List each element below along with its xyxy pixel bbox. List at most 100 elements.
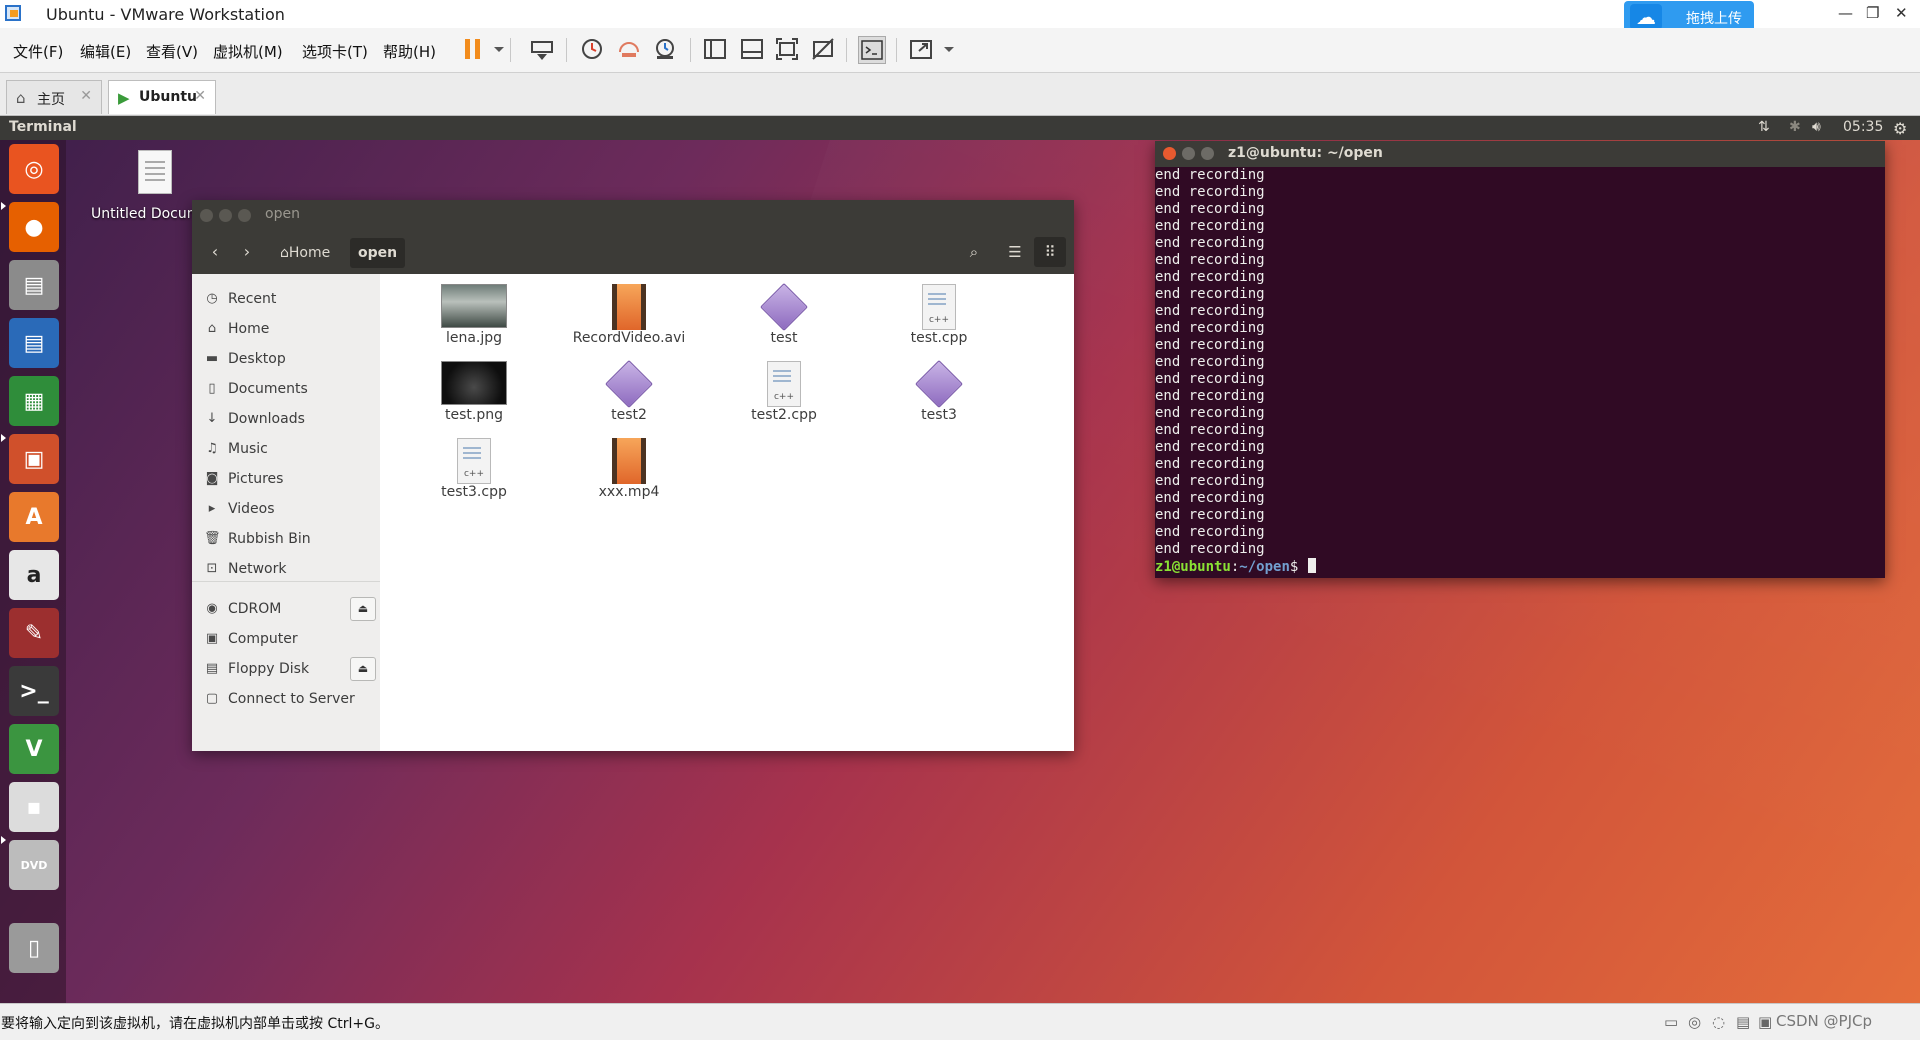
fullscreen-icon[interactable] [774,36,800,62]
ubuntu-desktop: ◎ ● ▤ ▤ ▦ ▣ Aa ✎ >_ V ▪ DVD ▯ Untitled Docum open ‹ … [0,140,1920,1003]
terminal-prompt[interactable]: z1@ubuntu:~/open$ [1155,558,1317,575]
launcher-system-settings-icon[interactable]: ✎ [9,608,59,658]
sidebar-item-label: Computer [228,631,298,647]
launcher-dvd-icon[interactable]: DVD [9,840,59,890]
file-item[interactable]: test.cpp [864,280,1014,354]
file-item[interactable]: RecordVideo.avi [554,280,704,354]
pause-dropdown-icon[interactable] [486,36,504,62]
forward-icon[interactable]: › [232,237,262,267]
search-icon[interactable]: ⌕ [958,237,990,267]
launcher-files-icon[interactable]: ▤ [9,260,59,310]
menu-view[interactable]: 查看(V) [146,41,198,62]
clock-icon: ◷ [206,291,218,306]
file-item[interactable]: test [709,280,859,354]
floppy-icon[interactable]: ▤ [1736,1013,1750,1031]
file-item[interactable]: test3.cpp [399,434,549,508]
sidebar-item-connect-server[interactable]: ▢ Connect to Server [192,686,380,714]
terminal-line: end recording [1155,320,1265,336]
snapshot-icon[interactable] [579,36,605,62]
file-item[interactable]: xxx.mp4 [554,434,704,508]
menu-tabs[interactable]: 选项卡(T) [302,41,368,62]
minimize-button[interactable]: — [1838,4,1853,22]
thumbnail-bar-icon[interactable] [739,36,765,62]
volume-icon[interactable]: 🔊︎ [1812,119,1821,135]
settings-gear-icon[interactable]: ⚙ [1893,119,1907,138]
breadcrumb-home[interactable]: ⌂Home [272,238,338,268]
list-view-icon[interactable]: ☰ [999,237,1031,267]
network-transfer-icon[interactable]: ⇅ [1758,119,1770,135]
revert-snapshot-icon[interactable] [616,36,642,62]
computer-icon: ▣ [205,631,219,646]
sidebar-item-computer[interactable]: ▣ Computer [192,626,380,654]
tab-close-icon[interactable]: ✕ [80,88,92,104]
sidebar-item-network[interactable]: ⊡ Network [192,556,380,584]
sidebar-item-pictures[interactable]: ◙ Pictures [192,466,380,494]
launcher-libreoffice-impress-icon[interactable]: ▣ [9,434,59,484]
launcher-trash-icon[interactable]: ▯ [9,923,59,973]
maximize-button[interactable]: ❐ [1866,4,1879,22]
pause-icon[interactable] [460,36,486,62]
menu-file[interactable]: 文件(F) [13,41,63,62]
launcher-software-center-icon[interactable]: A [9,492,59,542]
sidebar-item-documents[interactable]: ▯ Documents [192,376,380,404]
hard-disk-icon[interactable]: ▭ [1664,1013,1678,1031]
sidebar-item-home[interactable]: ⌂ Home [192,316,380,344]
launcher-terminal-icon[interactable]: >_ [9,666,59,716]
minimize-button[interactable] [1182,147,1195,160]
unity-mode-icon[interactable] [810,36,836,62]
file-item[interactable]: lena.jpg [399,280,549,354]
minimize-button[interactable] [219,209,232,222]
maximize-button[interactable] [238,209,251,222]
close-button[interactable]: ✕ [1895,4,1908,22]
network-adapter-icon[interactable]: ▣ [1758,1013,1772,1031]
image-thumbnail-icon [441,361,507,405]
console-view-icon[interactable] [858,36,886,64]
sidebar-item-desktop[interactable]: ▬ Desktop [192,346,380,374]
sidebar-item-rubbish-bin[interactable]: 🗑︎ Rubbish Bin [192,526,380,554]
file-item[interactable]: test2.cpp [709,357,859,431]
file-item[interactable]: test.png [399,357,549,431]
launcher-ubuntu-dash-icon[interactable]: ◎ [9,144,59,194]
maximize-button[interactable] [1201,147,1214,160]
bluetooth-icon[interactable]: ✱ [1789,119,1801,135]
cd-icon[interactable]: ◎ [1688,1013,1701,1031]
snapshot-manager-icon[interactable] [652,36,678,62]
file-name: lena.jpg [445,330,503,346]
menu-help[interactable]: 帮助(H) [383,41,436,62]
file-item[interactable]: test2 [554,357,704,431]
eject-icon[interactable]: ⏏ [350,597,376,621]
sound-card-icon[interactable]: ◌ [1712,1013,1725,1031]
launcher-firefox-icon[interactable]: ● [9,202,59,252]
tab-close-icon[interactable]: ✕ [194,88,206,104]
stretch-icon[interactable] [908,36,934,62]
launcher-floppy-icon[interactable]: ▪ [9,782,59,832]
close-button[interactable] [1163,147,1176,160]
launcher-libreoffice-writer-icon[interactable]: ▤ [9,318,59,368]
send-keys-icon[interactable] [529,36,555,62]
tab-home[interactable]: ⌂ 主页 ✕ [6,80,102,114]
sidebar-item-downloads[interactable]: ↓ Downloads [192,406,380,434]
grid-view-icon[interactable]: ⠿ [1034,237,1066,267]
back-icon[interactable]: ‹ [200,237,230,267]
sidebar-item-recent[interactable]: ◷ Recent [192,286,380,314]
sidebar-item-videos[interactable]: ▸ Videos [192,496,380,524]
document-icon [138,150,172,194]
file-item[interactable]: test3 [864,357,1014,431]
terminal-output[interactable]: end recording end recording end recording e… [1155,167,1885,578]
eject-icon[interactable]: ⏏ [350,657,376,681]
sidebar-item-music[interactable]: ♫ Music [192,436,380,464]
sidebar-item-floppy[interactable]: ▤ Floppy Disk ⏏ [192,656,380,684]
menu-edit[interactable]: 编辑(E) [80,41,131,62]
clock[interactable]: 05:35 [1843,119,1883,135]
tab-ubuntu[interactable]: ▶ Ubuntu ✕ [108,80,216,114]
files-toolbar: ‹ › ⌂Home open ⌕ ☰ ⠿ [192,230,1074,275]
launcher-vim-icon[interactable]: V [9,724,59,774]
launcher-amazon-icon[interactable]: a [9,550,59,600]
launcher-libreoffice-calc-icon[interactable]: ▦ [9,376,59,426]
sidebar-item-cdrom[interactable]: ◉ CDROM ⏏ [192,596,380,624]
stretch-dropdown-icon[interactable] [936,36,954,62]
sidebar-toggle-icon[interactable] [702,36,728,62]
menu-vm[interactable]: 虚拟机(M) [213,41,283,62]
close-button[interactable] [200,209,213,222]
breadcrumb-open[interactable]: open [350,238,406,268]
